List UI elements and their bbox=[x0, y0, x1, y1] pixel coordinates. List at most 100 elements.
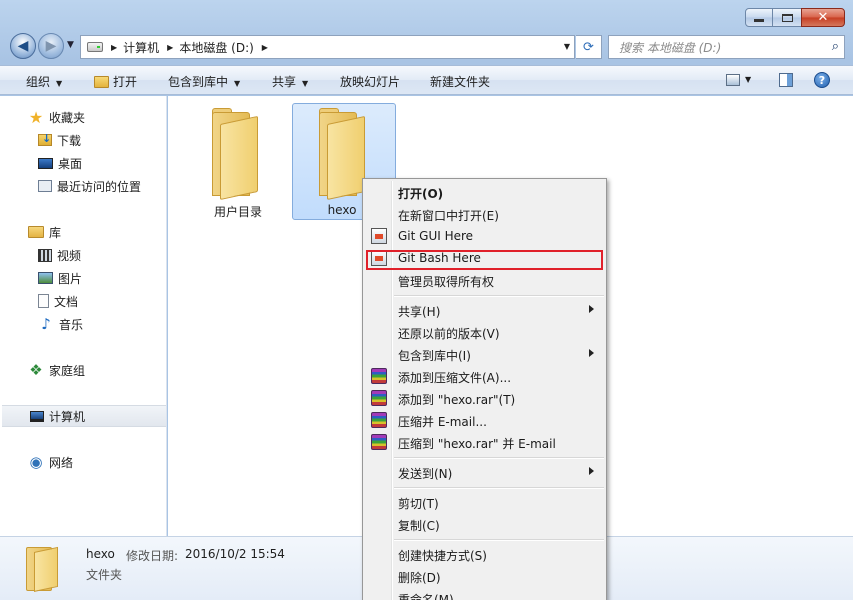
forward-button[interactable]: ▶ bbox=[38, 33, 64, 59]
menu-item-open-new-window[interactable]: 在新窗口中打开(E) bbox=[365, 203, 604, 225]
back-button[interactable]: ◀ bbox=[10, 33, 36, 59]
close-button[interactable]: ✕ bbox=[801, 8, 845, 27]
navigation-pane: ★ 收藏夹 下载 桌面 最近访问的位置 库 视频 图片 文档 ♪ 音乐 ❖ 家庭组 bbox=[0, 96, 167, 536]
menu-item-open[interactable]: 打开(O) bbox=[365, 181, 604, 203]
breadcrumb-chevron-right-icon[interactable]: ▶ bbox=[167, 43, 173, 52]
minimize-icon bbox=[754, 19, 764, 22]
chevron-down-icon: ▼ bbox=[56, 79, 63, 88]
menu-item-label: 共享(H) bbox=[398, 305, 441, 319]
winrar-icon bbox=[371, 368, 387, 384]
menu-item-compress-and-email[interactable]: 压缩并 E-mail... bbox=[365, 409, 604, 431]
maximize-button[interactable] bbox=[772, 8, 802, 27]
menu-item-label: 压缩并 E-mail... bbox=[398, 415, 487, 429]
minimize-button[interactable] bbox=[745, 8, 773, 27]
caption-buttons: ✕ bbox=[745, 8, 845, 27]
git-bash-highlight-box bbox=[366, 250, 603, 270]
desktop-icon bbox=[38, 157, 53, 169]
change-view-icon[interactable] bbox=[726, 74, 740, 86]
sidebar-item-videos[interactable]: 视频 bbox=[0, 245, 166, 265]
menu-item-label: 打开(O) bbox=[398, 187, 444, 201]
menu-item-label: 添加到 "hexo.rar"(T) bbox=[398, 393, 516, 407]
menu-item-create-shortcut[interactable]: 创建快捷方式(S) bbox=[365, 543, 604, 565]
breadcrumb-local-disk-d[interactable]: 本地磁盘 (D:) bbox=[179, 39, 253, 56]
sidebar-item-recent-places[interactable]: 最近访问的位置 bbox=[0, 176, 166, 196]
submenu-arrow-icon bbox=[589, 467, 594, 475]
drive-icon bbox=[87, 42, 103, 52]
star-icon: ★ bbox=[28, 107, 44, 127]
menu-separator bbox=[394, 539, 604, 541]
help-icon[interactable]: ? bbox=[814, 72, 830, 88]
sidebar-item-pictures[interactable]: 图片 bbox=[0, 268, 166, 288]
preview-pane-icon[interactable] bbox=[779, 73, 793, 87]
winrar-icon bbox=[371, 412, 387, 428]
search-input[interactable]: 搜索 本地磁盘 (D:) ⌕ bbox=[608, 35, 845, 59]
sidebar-item-music[interactable]: ♪ 音乐 bbox=[0, 314, 166, 334]
sidebar-item-label: 视频 bbox=[57, 248, 82, 263]
winrar-icon bbox=[371, 390, 387, 406]
sidebar-item-label: 家庭组 bbox=[49, 363, 86, 378]
sidebar-item-label: 网络 bbox=[49, 455, 74, 470]
videos-icon bbox=[38, 248, 52, 262]
menu-item-label: 在新窗口中打开(E) bbox=[398, 209, 499, 223]
sidebar-item-computer[interactable]: 计算机 bbox=[2, 405, 166, 427]
breadcrumb-computer[interactable]: 计算机 bbox=[123, 39, 159, 56]
breadcrumb-chevron-right-icon[interactable]: ▶ bbox=[262, 43, 268, 52]
sidebar-item-libraries[interactable]: 库 bbox=[0, 222, 166, 242]
include-in-library-button[interactable]: 包含到库中 ▼ bbox=[168, 73, 240, 90]
menu-item-compress-to-hexo-rar-and-email[interactable]: 压缩到 "hexo.rar" 并 E-mail bbox=[365, 431, 604, 453]
address-history-chevron-down-icon[interactable]: ▼ bbox=[564, 42, 570, 51]
menu-item-rename[interactable]: 重命名(M) bbox=[365, 587, 604, 600]
organize-button[interactable]: 组织 ▼ bbox=[26, 73, 62, 90]
folder-name: 用户目录 bbox=[213, 205, 262, 219]
back-arrow-icon: ◀ bbox=[17, 38, 29, 54]
sidebar-item-desktop[interactable]: 桌面 bbox=[0, 153, 166, 173]
view-options-chevron-down-icon[interactable]: ▼ bbox=[745, 75, 751, 84]
open-button[interactable]: 打开 bbox=[94, 73, 137, 90]
explorer-window: ✕ ◀ ▶ ▼ ▶ 计算机 ▶ 本地磁盘 (D:) ▶ ▼ ⟳ 搜索 本地磁盘 … bbox=[0, 0, 853, 600]
breadcrumb-chevron-right-icon[interactable]: ▶ bbox=[111, 43, 117, 52]
details-modified-value: 2016/10/2 15:54 bbox=[185, 547, 285, 561]
chevron-down-icon: ▼ bbox=[302, 79, 309, 88]
refresh-button[interactable]: ⟳ bbox=[576, 35, 602, 59]
menu-separator bbox=[394, 295, 604, 297]
menu-item-cut[interactable]: 剪切(T) bbox=[365, 491, 604, 513]
details-item-name: hexo bbox=[86, 547, 115, 561]
organize-label: 组织 bbox=[26, 75, 51, 89]
recent-pages-chevron-down-icon[interactable]: ▼ bbox=[67, 40, 74, 50]
menu-item-add-to-archive[interactable]: 添加到压缩文件(A)... bbox=[365, 365, 604, 387]
menu-item-label: 创建快捷方式(S) bbox=[398, 549, 487, 563]
menu-item-include-in-library[interactable]: 包含到库中(I) bbox=[365, 343, 604, 365]
menu-item-delete[interactable]: 删除(D) bbox=[365, 565, 604, 587]
search-icon[interactable]: ⌕ bbox=[832, 39, 839, 54]
menu-item-copy[interactable]: 复制(C) bbox=[365, 513, 604, 535]
folder-item-user-directory[interactable]: 用户目录 bbox=[186, 104, 290, 221]
sidebar-item-homegroup[interactable]: ❖ 家庭组 bbox=[0, 360, 166, 380]
sidebar-item-documents[interactable]: 文档 bbox=[0, 291, 166, 311]
menu-item-label: 复制(C) bbox=[398, 519, 440, 533]
new-folder-button[interactable]: 新建文件夹 bbox=[430, 73, 490, 90]
downloads-icon bbox=[38, 132, 52, 146]
sidebar-item-label: 图片 bbox=[58, 271, 83, 286]
help-label: ? bbox=[818, 73, 826, 87]
menu-item-add-to-hexo-rar[interactable]: 添加到 "hexo.rar"(T) bbox=[365, 387, 604, 409]
details-item-type: 文件夹 bbox=[86, 568, 123, 582]
menu-item-send-to[interactable]: 发送到(N) bbox=[365, 461, 604, 483]
menu-item-label: 还原以前的版本(V) bbox=[398, 327, 500, 341]
sidebar-item-favorites[interactable]: ★ 收藏夹 bbox=[0, 107, 166, 127]
share-button[interactable]: 共享 ▼ bbox=[272, 73, 308, 90]
menu-item-restore-previous-versions[interactable]: 还原以前的版本(V) bbox=[365, 321, 604, 343]
address-bar[interactable]: ▶ 计算机 ▶ 本地磁盘 (D:) ▶ ▼ bbox=[80, 35, 575, 59]
pictures-icon bbox=[38, 272, 53, 284]
command-bar: 组织 ▼ 打开 包含到库中 ▼ 共享 ▼ 放映幻灯片 新建文件夹 ▼ ? bbox=[0, 65, 853, 95]
menu-item-take-ownership[interactable]: 管理员取得所有权 bbox=[365, 269, 604, 291]
folder-icon bbox=[208, 108, 268, 200]
menu-item-git-gui[interactable]: Git GUI Here bbox=[365, 225, 604, 247]
sidebar-item-label: 库 bbox=[49, 225, 62, 240]
sidebar-item-downloads[interactable]: 下载 bbox=[0, 130, 166, 150]
menu-item-label: Git GUI Here bbox=[398, 229, 474, 243]
slideshow-button[interactable]: 放映幻灯片 bbox=[340, 73, 400, 90]
menu-item-share[interactable]: 共享(H) bbox=[365, 299, 604, 321]
sidebar-item-network[interactable]: ◉ 网络 bbox=[0, 452, 166, 472]
network-icon: ◉ bbox=[29, 453, 43, 471]
maximize-icon bbox=[781, 13, 793, 22]
